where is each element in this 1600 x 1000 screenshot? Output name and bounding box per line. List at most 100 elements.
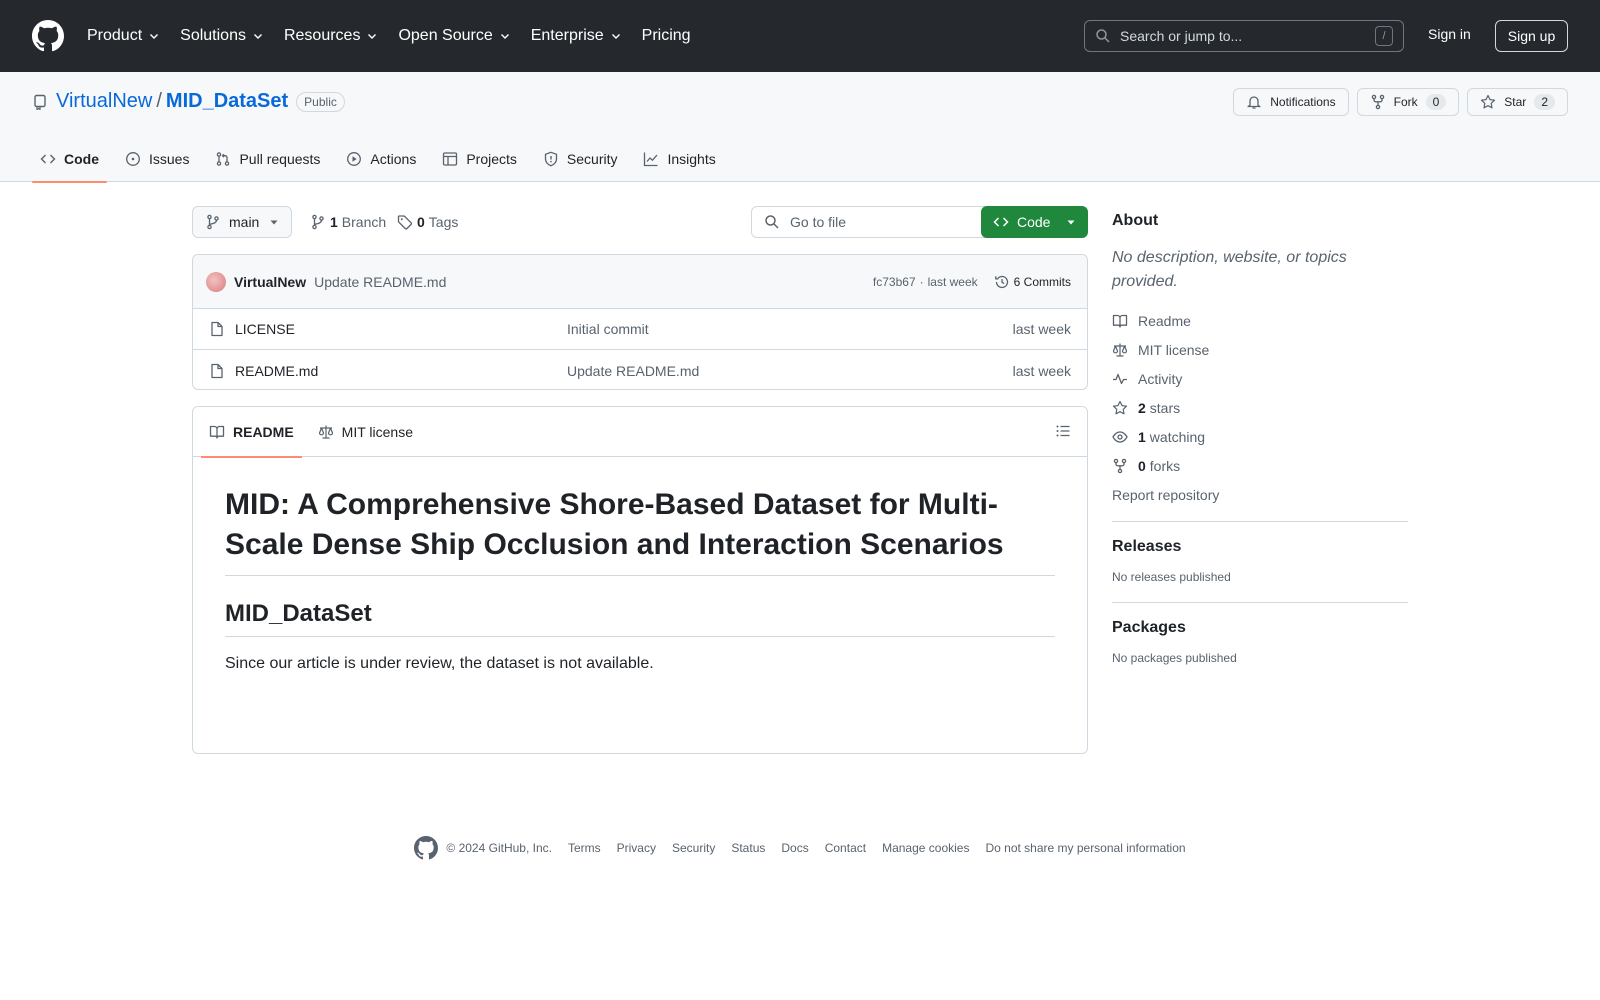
tags-link[interactable]: 0 Tags — [397, 206, 458, 238]
caret-down-icon — [270, 220, 278, 225]
code-icon — [40, 154, 56, 164]
tab-insights[interactable]: Insights — [635, 136, 723, 182]
branch-label: Branch — [341, 214, 387, 230]
branch-count: 1 — [330, 214, 338, 230]
github-logo-icon[interactable] — [414, 836, 439, 860]
footer-link-contact[interactable]: Contact — [825, 841, 866, 855]
file-commit-message-link[interactable]: Initial commit — [567, 321, 1013, 337]
sidebar-item-stars[interactable]: 2 stars — [1112, 393, 1408, 422]
book-icon — [1112, 314, 1128, 328]
footer-link-manage-cookies[interactable]: Manage cookies — [882, 841, 969, 855]
branch-icon — [312, 214, 324, 230]
nav-solutions[interactable]: Solutions — [180, 27, 264, 45]
packages-title-link[interactable]: Packages — [1112, 619, 1408, 637]
issue-icon — [126, 152, 140, 166]
commit-time: last week — [927, 274, 978, 289]
tab-code[interactable]: Code — [32, 136, 107, 183]
nav-enterprise[interactable]: Enterprise — [531, 27, 622, 45]
commit-hash-link[interactable]: fc73b67 — [873, 275, 916, 289]
tab-code-label: Code — [64, 151, 99, 167]
footer-link-terms[interactable]: Terms — [568, 841, 601, 855]
sign-in-link[interactable]: Sign in — [1428, 26, 1471, 42]
tab-actions-label: Actions — [370, 151, 417, 167]
footer-link-do-not-share[interactable]: Do not share my personal information — [985, 841, 1185, 855]
tab-security[interactable]: Security — [535, 136, 626, 182]
footer-link-privacy[interactable]: Privacy — [617, 841, 656, 855]
tab-readme[interactable]: README — [201, 407, 302, 458]
branch-icon — [207, 214, 219, 230]
readme-title: MID: A Comprehensive Shore-Based Dataset… — [225, 485, 1055, 576]
list-unordered-icon[interactable] — [1055, 423, 1071, 439]
commit-author-link[interactable]: VirtualNew — [234, 274, 306, 290]
sidebar-item-label: Readme — [1138, 312, 1191, 329]
repo-owner-link[interactable]: VirtualNew — [56, 90, 152, 113]
fork-button[interactable]: Fork 0 — [1356, 88, 1460, 116]
file-name-link[interactable]: LICENSE — [235, 321, 567, 337]
repo-name-link[interactable]: MID_DataSet — [166, 90, 288, 113]
watching-count: 1 — [1138, 428, 1146, 445]
nav-pricing[interactable]: Pricing — [642, 27, 691, 45]
forks-count: 0 — [1138, 457, 1146, 474]
branch-name: main — [229, 214, 260, 230]
law-icon — [318, 425, 333, 439]
play-icon — [347, 152, 362, 166]
nav-pricing-label: Pricing — [641, 27, 691, 44]
repo-tabs: Code Issues Pull requests Actions Projec… — [32, 136, 734, 183]
tab-projects[interactable]: Projects — [434, 136, 525, 182]
nav-resources-label: Resources — [283, 27, 361, 44]
nav-open-source[interactable]: Open Source — [398, 27, 510, 45]
search-icon — [765, 215, 779, 229]
star-icon — [1481, 94, 1496, 109]
footer-link-docs[interactable]: Docs — [781, 841, 808, 855]
tab-issues[interactable]: Issues — [117, 136, 197, 182]
packages-empty-text: No packages published — [1112, 651, 1237, 665]
sidebar-item-license[interactable]: MIT license — [1112, 335, 1408, 364]
github-logo-icon[interactable] — [32, 20, 64, 52]
sidebar-item-activity[interactable]: Activity — [1112, 364, 1408, 393]
file-commit-message-link[interactable]: Update README.md — [567, 363, 1013, 379]
table-row[interactable]: README.md Update README.md last week — [193, 350, 1087, 389]
table-row[interactable]: LICENSE Initial commit last week — [193, 309, 1087, 350]
branches-link[interactable]: 1 Branch — [310, 206, 386, 238]
star-button[interactable]: Star 2 — [1467, 88, 1568, 116]
sidebar-item-watching[interactable]: 1 watching — [1112, 422, 1408, 451]
tab-actions[interactable]: Actions — [338, 136, 424, 182]
fork-icon — [1113, 458, 1127, 473]
file-name-link[interactable]: README.md — [235, 363, 567, 379]
nav-open-source-label: Open Source — [398, 27, 493, 44]
readme-subtitle: MID_DataSet — [225, 600, 1055, 637]
sidebar-item-readme[interactable]: Readme — [1112, 306, 1408, 335]
report-repository-link[interactable]: Report repository — [1112, 480, 1408, 509]
tab-projects-label: Projects — [466, 151, 517, 167]
global-nav: Product Solutions Resources Open Source … — [87, 27, 711, 45]
footer-link-security[interactable]: Security — [672, 841, 715, 855]
table-icon — [443, 152, 458, 166]
shield-icon — [544, 151, 558, 167]
avatar[interactable] — [206, 271, 226, 292]
tab-license[interactable]: MIT license — [310, 407, 421, 457]
footer-copyright: © 2024 GitHub, Inc. — [446, 841, 552, 855]
tab-pull-requests[interactable]: Pull requests — [207, 136, 328, 182]
tag-label: Tags — [428, 214, 459, 230]
releases-title-link[interactable]: Releases — [1112, 538, 1408, 556]
branch-select-button[interactable]: main — [192, 206, 293, 238]
nav-product[interactable]: Product — [87, 27, 160, 45]
footer-link-status[interactable]: Status — [731, 841, 765, 855]
nav-enterprise-label: Enterprise — [530, 27, 604, 44]
code-dropdown-button[interactable]: Code — [981, 206, 1088, 238]
fork-icon — [1371, 94, 1384, 110]
repo-separator: / — [156, 90, 162, 112]
repo-icon — [34, 94, 46, 110]
commits-history-link[interactable]: 6 Commits — [994, 274, 1071, 290]
sidebar-item-forks[interactable]: 0 forks — [1112, 451, 1408, 480]
history-icon — [994, 275, 1008, 288]
pull-request-icon — [217, 152, 230, 166]
sidebar-item-label: MIT license — [1138, 341, 1210, 358]
global-search-input[interactable]: Search or jump to... / — [1084, 20, 1404, 52]
nav-resources[interactable]: Resources — [284, 27, 378, 45]
commit-message-link[interactable]: Update README.md — [314, 274, 446, 290]
readme-paragraph: Since our article is under review, the d… — [225, 655, 654, 672]
sign-up-button[interactable]: Sign up — [1495, 20, 1568, 52]
notifications-button[interactable]: Notifications — [1233, 88, 1349, 116]
go-to-file-input[interactable]: Go to file — [751, 206, 993, 238]
